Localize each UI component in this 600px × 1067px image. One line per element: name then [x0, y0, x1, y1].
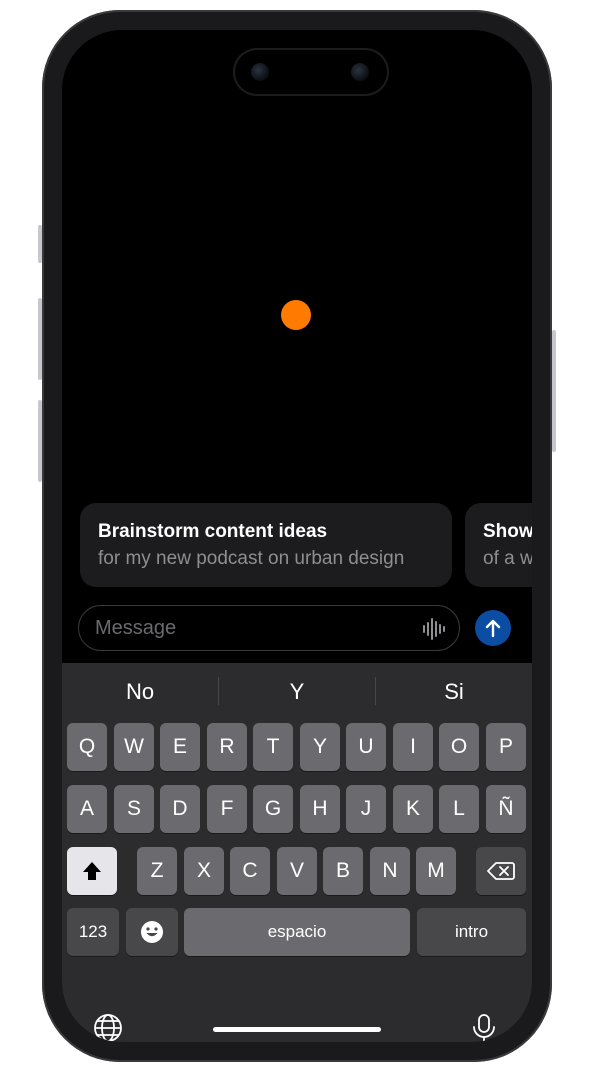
- key-j[interactable]: J: [346, 785, 386, 833]
- key-d[interactable]: D: [160, 785, 200, 833]
- return-key[interactable]: intro: [417, 908, 526, 956]
- key-l[interactable]: L: [439, 785, 479, 833]
- key-f[interactable]: F: [207, 785, 247, 833]
- key-b[interactable]: B: [323, 847, 363, 895]
- key-e[interactable]: E: [160, 723, 200, 771]
- prediction-option[interactable]: Y: [219, 663, 375, 721]
- key-z[interactable]: Z: [137, 847, 177, 895]
- prediction-option[interactable]: No: [62, 663, 218, 721]
- arrow-up-icon: [485, 619, 501, 638]
- key-u[interactable]: U: [346, 723, 386, 771]
- emoji-icon: [141, 921, 163, 943]
- send-button[interactable]: [475, 610, 511, 646]
- keyboard: No Y Si Q W E R T Y U I O P A S D F G H …: [62, 663, 532, 1042]
- power-button: [552, 330, 556, 452]
- sensor-icon: [351, 63, 369, 81]
- globe-icon[interactable]: [92, 1012, 124, 1042]
- suggestion-title: Brainstorm content ideas: [98, 521, 328, 542]
- key-x[interactable]: X: [184, 847, 224, 895]
- key-m[interactable]: M: [416, 847, 456, 895]
- delete-key[interactable]: [476, 847, 526, 895]
- suggestion-card-1[interactable]: Brainstorm content ideas for my new podc…: [80, 503, 452, 587]
- suggestion-title: Show: [483, 521, 532, 542]
- phone-screen: Brainstorm content ideas for my new podc…: [62, 30, 532, 1042]
- key-y[interactable]: Y: [300, 723, 340, 771]
- waveform-icon[interactable]: [421, 616, 447, 642]
- shift-icon: [83, 862, 101, 880]
- delete-icon: [487, 862, 515, 880]
- key-v[interactable]: V: [277, 847, 317, 895]
- key-o[interactable]: O: [439, 723, 479, 771]
- key-w[interactable]: W: [114, 723, 154, 771]
- key-q[interactable]: Q: [67, 723, 107, 771]
- message-placeholder: Message: [95, 617, 177, 639]
- key-c[interactable]: C: [230, 847, 270, 895]
- key-s[interactable]: S: [114, 785, 154, 833]
- volume-up-button: [38, 298, 42, 380]
- suggestion-subtitle: for my new podcast on urban design: [98, 548, 405, 569]
- key-a[interactable]: A: [67, 785, 107, 833]
- key-i[interactable]: I: [393, 723, 433, 771]
- action-button: [38, 225, 42, 263]
- key-t[interactable]: T: [253, 723, 293, 771]
- shift-key[interactable]: [67, 847, 117, 895]
- key-k[interactable]: K: [393, 785, 433, 833]
- suggestion-card-2[interactable]: Show of a w: [465, 503, 532, 587]
- key-n[interactable]: N: [370, 847, 410, 895]
- space-key[interactable]: espacio: [184, 908, 410, 956]
- key-enye[interactable]: Ñ: [486, 785, 526, 833]
- key-g[interactable]: G: [253, 785, 293, 833]
- numbers-key[interactable]: 123: [67, 908, 119, 956]
- volume-down-button: [38, 400, 42, 482]
- message-input[interactable]: Message: [78, 605, 460, 651]
- key-h[interactable]: H: [300, 785, 340, 833]
- microphone-icon[interactable]: [468, 1012, 500, 1042]
- home-indicator[interactable]: [213, 1027, 381, 1032]
- suggestion-subtitle: of a w: [483, 548, 532, 569]
- key-p[interactable]: P: [486, 723, 526, 771]
- front-camera-icon: [251, 63, 269, 81]
- dynamic-island: [233, 48, 389, 96]
- key-r[interactable]: R: [207, 723, 247, 771]
- predictive-text-bar: No Y Si: [62, 663, 532, 721]
- emoji-key[interactable]: [126, 908, 178, 956]
- prediction-option[interactable]: Si: [376, 663, 532, 721]
- activity-indicator-dot: [281, 300, 311, 330]
